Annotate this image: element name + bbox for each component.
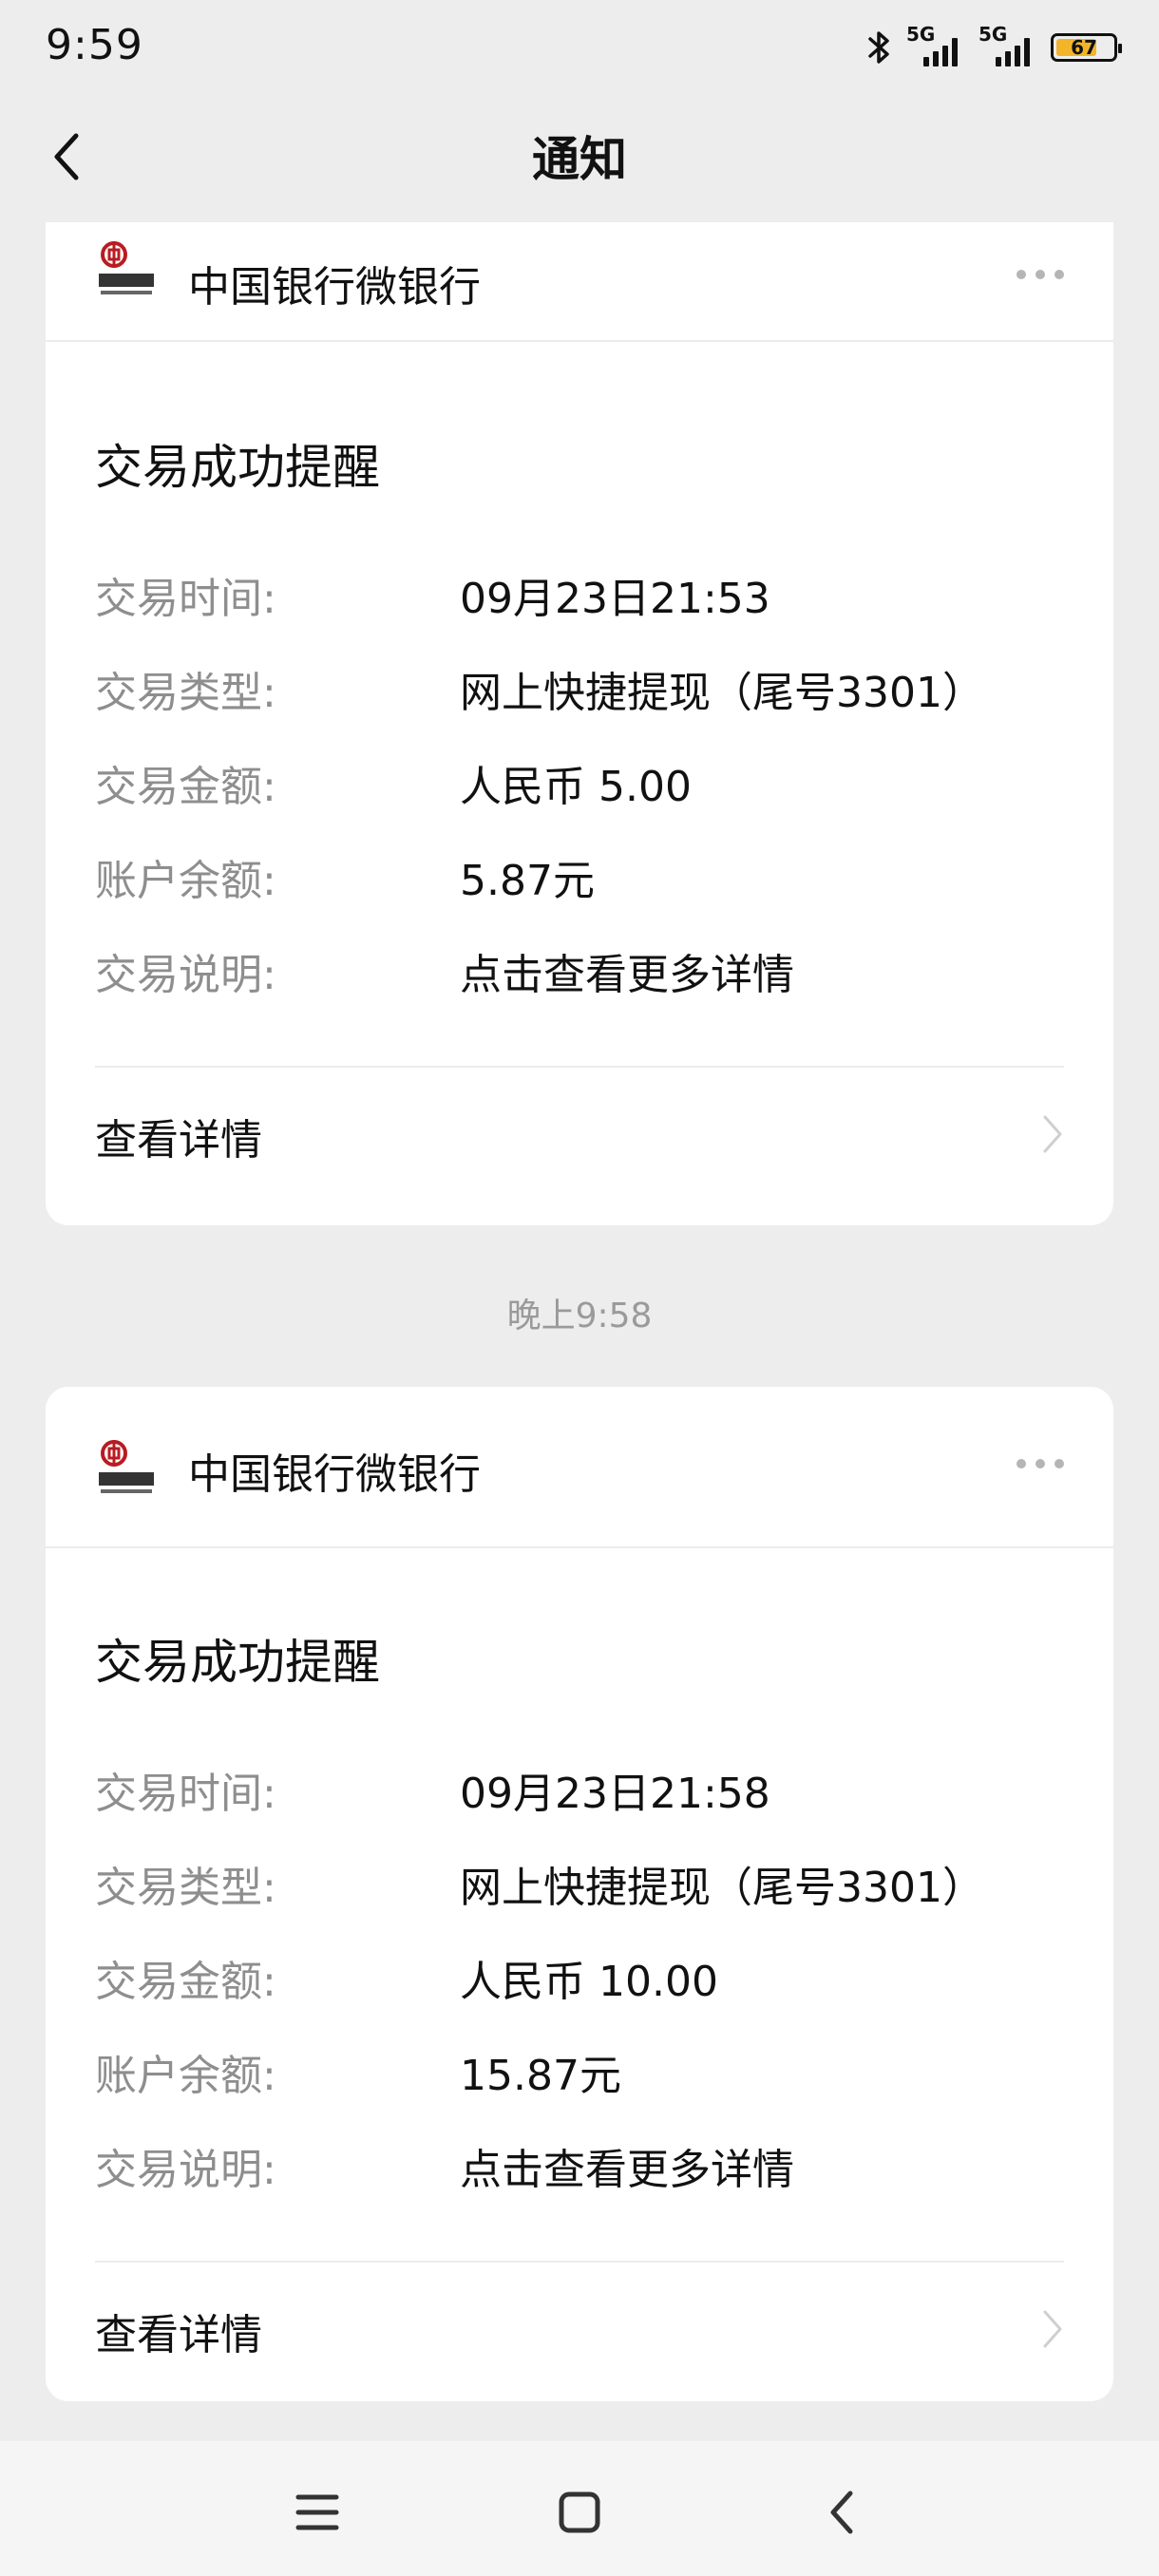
menu-button[interactable] <box>279 2479 355 2546</box>
card-title: 交易成功提醒 <box>95 440 380 495</box>
battery-level: 67 <box>1071 36 1097 59</box>
field-key: 交易时间: <box>95 1770 276 1818</box>
view-details-link[interactable]: 查看详情 <box>95 1102 1064 1168</box>
sender-name[interactable]: 中国银行微银行 <box>188 253 481 313</box>
dot-icon <box>1036 270 1045 279</box>
field-row: 交易时间: 09月23日21:53 <box>95 564 1064 623</box>
back-icon <box>830 2491 853 2534</box>
dot-icon <box>1016 270 1026 279</box>
field-key: 交易时间: <box>95 575 276 623</box>
notification-card[interactable]: 中国银行微银行 交易成功提醒 交易时间: 09月23日21:53 交易类型: 网… <box>46 222 1113 1225</box>
field-value: 点击查看更多详情 <box>460 2146 794 2194</box>
field-row: 交易金额: 人民币 10.00 <box>95 1947 1064 2006</box>
signal-icon: 5G <box>906 23 965 66</box>
field-row: 交易类型: 网上快捷提现（尾号3301） <box>95 658 1064 717</box>
field-row: 交易类型: 网上快捷提现（尾号3301） <box>95 1853 1064 1912</box>
field-value: 网上快捷提现（尾号3301） <box>460 669 984 717</box>
card-header: 中国银行微银行 <box>46 222 1113 342</box>
notification-card[interactable]: 中国银行微银行 交易成功提醒 交易时间: 09月23日21:58 交易类型: 网… <box>46 1387 1113 2401</box>
battery-icon: 67 <box>1051 33 1122 62</box>
menu-icon <box>295 2494 339 2530</box>
field-key: 交易类型: <box>95 669 276 717</box>
field-key: 交易说明: <box>95 951 276 999</box>
home-icon <box>559 2491 600 2533</box>
divider <box>95 1066 1064 1068</box>
bank-of-china-logo-icon <box>99 241 154 294</box>
page-title: 通知 <box>532 132 627 187</box>
system-navigation-bar <box>0 2441 1159 2576</box>
field-value: 09月23日21:53 <box>460 575 770 623</box>
field-row: 账户余额: 15.87元 <box>95 2041 1064 2100</box>
notification-feed[interactable]: 中国银行微银行 交易成功提醒 交易时间: 09月23日21:53 交易类型: 网… <box>0 222 1159 2439</box>
field-key: 账户余额: <box>95 2052 276 2100</box>
field-value: 15.87元 <box>460 2052 621 2100</box>
field-key: 交易类型: <box>95 1864 276 1912</box>
view-details-label: 查看详情 <box>95 1116 262 1165</box>
field-row: 账户余额: 5.87元 <box>95 846 1064 905</box>
field-key: 交易金额: <box>95 763 276 811</box>
chevron-right-icon <box>1043 1115 1062 1153</box>
dot-icon <box>1036 1459 1045 1468</box>
field-value: 点击查看更多详情 <box>460 951 794 999</box>
signal-icon: 5G <box>978 23 1037 66</box>
chevron-right-icon <box>1043 2310 1062 2348</box>
more-options-button[interactable] <box>1016 1459 1064 1468</box>
more-options-button[interactable] <box>1016 270 1064 279</box>
status-icons: 5G 5G 67 <box>864 23 1122 68</box>
field-value: 人民币 5.00 <box>460 763 692 811</box>
dot-icon <box>1016 1459 1026 1468</box>
sender-name[interactable]: 中国银行微银行 <box>188 1440 481 1501</box>
field-row: 交易说明: 点击查看更多详情 <box>95 940 1064 999</box>
home-button[interactable] <box>542 2479 618 2546</box>
view-details-link[interactable]: 查看详情 <box>95 2297 1064 2363</box>
field-value: 网上快捷提现（尾号3301） <box>460 1864 984 1912</box>
dot-icon <box>1054 270 1064 279</box>
status-time: 9:59 <box>46 21 143 69</box>
bank-of-china-logo-icon <box>99 1440 154 1493</box>
field-value: 人民币 10.00 <box>460 1958 718 2006</box>
system-back-button[interactable] <box>804 2479 880 2546</box>
field-row: 交易金额: 人民币 5.00 <box>95 752 1064 811</box>
field-key: 账户余额: <box>95 857 276 905</box>
field-row: 交易说明: 点击查看更多详情 <box>95 2135 1064 2194</box>
message-timestamp: 晚上9:58 <box>506 1297 653 1335</box>
divider <box>95 2261 1064 2263</box>
nav-bar: 通知 <box>0 95 1159 218</box>
card-title: 交易成功提醒 <box>95 1635 380 1690</box>
network-type-label: 5G <box>978 23 1008 46</box>
network-type-label: 5G <box>906 23 936 46</box>
view-details-label: 查看详情 <box>95 2311 262 2359</box>
card-header: 中国银行微银行 <box>46 1387 1113 1548</box>
dot-icon <box>1054 1459 1064 1468</box>
field-key: 交易金额: <box>95 1958 276 2006</box>
status-bar: 9:59 5G 5G 67 <box>0 0 1159 95</box>
bluetooth-icon <box>868 31 889 64</box>
field-key: 交易说明: <box>95 2146 276 2194</box>
field-value: 09月23日21:58 <box>460 1770 770 1818</box>
field-row: 交易时间: 09月23日21:58 <box>95 1759 1064 1818</box>
field-value: 5.87元 <box>460 857 595 905</box>
